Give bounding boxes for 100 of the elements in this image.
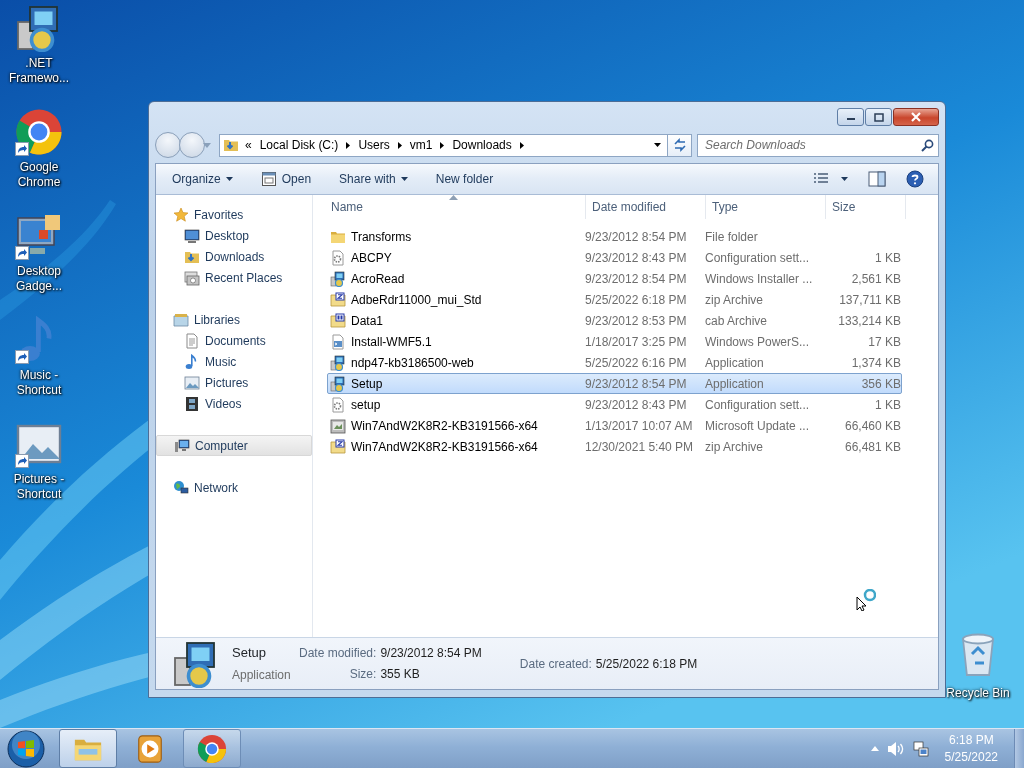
size-cell-text: 66,481 KB: [843, 438, 901, 456]
file-row[interactable]: ndp47-kb3186500-web 5/25/2022 6:16 PM Application 1,374 KB: [327, 352, 902, 373]
show-desktop-button[interactable]: [1014, 728, 1024, 768]
type-cell-text: Application: [705, 375, 765, 393]
navigation-item[interactable]: Computer: [156, 435, 312, 456]
file-row[interactable]: Transforms 9/23/2012 8:54 PM File folder: [327, 226, 902, 247]
column-header[interactable]: Date modified: [586, 195, 706, 219]
breadcrumb-arrow-icon[interactable]: [346, 141, 351, 149]
breadcrumb[interactable]: Users: [356, 136, 392, 154]
field-value: 9/23/2012 8:54 PM: [380, 645, 482, 662]
file-name: Data1: [351, 312, 384, 330]
breadcrumb-arrow-icon[interactable]: [440, 141, 445, 149]
icon-label[interactable]: Pictures - Shortcut: [13, 472, 65, 502]
network-icon: [173, 479, 189, 496]
close-button[interactable]: [893, 108, 939, 126]
icon-label[interactable]: Music - Shortcut: [16, 368, 62, 398]
type-cell-text: Configuration sett...: [705, 396, 811, 414]
file-name: Win7AndW2K8R2-KB3191566-x64: [351, 417, 538, 435]
file-name: Setup: [351, 375, 383, 393]
type-cell-text: zip Archive: [705, 438, 765, 456]
zip-file-icon: [330, 438, 346, 455]
window-icon: [260, 171, 277, 187]
navigation-item[interactable]: Music: [156, 351, 312, 372]
dropdown-caret-icon[interactable]: [654, 143, 661, 147]
toolbar-button[interactable]: New folder: [429, 168, 500, 190]
navigation-item[interactable]: Recent Places: [156, 267, 312, 288]
size-cell-text: 1 KB: [874, 396, 901, 414]
taskbar-button[interactable]: [183, 729, 241, 768]
address-bar[interactable]: « Local Disk (C:) Users vm1 Downloads: [219, 133, 668, 157]
icon-label[interactable]: .NET Framewo...: [9, 56, 69, 86]
icon-label[interactable]: Google Chrome: [17, 160, 61, 190]
installer-icon: [330, 354, 346, 371]
file-row[interactable]: Data1 9/23/2012 8:53 PM cab Archive 133,214 KB: [327, 310, 902, 331]
type-cell-text: Windows PowerS...: [705, 333, 811, 351]
busy-cursor-icon: [856, 589, 876, 611]
field-label: Date modified:: [299, 645, 377, 662]
breadcrumb[interactable]: vm1: [407, 136, 435, 154]
navigation-item[interactable]: Documents: [156, 330, 312, 351]
computer-icon: [174, 437, 190, 454]
update-file-icon: [330, 417, 346, 434]
file-name: ABCPY: [351, 249, 392, 267]
type-cell-text: zip Archive: [705, 291, 765, 309]
file-row[interactable]: Win7AndW2K8R2-KB3191566-x64 1/13/2017 10:07 AM Microsoft Update ... 66,460 KB: [327, 415, 902, 436]
file-row[interactable]: AcroRead 9/23/2012 8:54 PM Windows Installer ... 2,561 KB: [327, 268, 902, 289]
size-cell-text: 2,561 KB: [850, 270, 901, 288]
file-row[interactable]: Install-WMF5.1 1/18/2017 3:25 PM Windows PowerS... 17 KB: [327, 331, 902, 352]
network-status-button[interactable]: [912, 740, 929, 757]
installer-icon: [330, 270, 346, 287]
overflow-chevron[interactable]: «: [245, 136, 252, 154]
minimize-button[interactable]: [837, 108, 864, 126]
date-cell-text: 1/18/2017 3:25 PM: [585, 333, 688, 351]
navigation-item[interactable]: Network: [156, 477, 312, 498]
document-icon: [184, 332, 200, 349]
file-row[interactable]: setup 9/23/2012 8:43 PM Configuration sett... 1 KB: [327, 394, 902, 415]
size-cell-text: 137,711 KB: [838, 291, 901, 309]
navigation-item[interactable]: Libraries: [156, 309, 312, 330]
navigation-item[interactable]: Downloads: [156, 246, 312, 267]
file-row[interactable]: Win7AndW2K8R2-KB3191566-x64 12/30/2021 5:40 PM zip Archive 66,481 KB: [327, 436, 902, 457]
date-cell-text: 9/23/2012 8:43 PM: [585, 249, 688, 267]
navigation-item[interactable]: Favorites: [156, 204, 312, 225]
navigation-item[interactable]: Videos: [156, 393, 312, 414]
breadcrumb-arrow-icon[interactable]: [519, 141, 524, 149]
zip-file-icon: [330, 291, 346, 308]
type-cell-text: File folder: [705, 228, 759, 246]
size-cell-text: 356 KB: [860, 375, 901, 393]
toolbar-button[interactable]: Share with: [333, 168, 414, 190]
search-field[interactable]: Search Downloads: [697, 133, 939, 157]
breadcrumb-arrow-icon[interactable]: [397, 141, 402, 149]
maximize-button[interactable]: [865, 108, 892, 126]
taskbar-button[interactable]: [59, 729, 117, 768]
search-icon[interactable]: [921, 138, 934, 152]
browser-icon[interactable]: [15, 108, 63, 156]
toolbar-button[interactable]: Open: [254, 168, 318, 190]
navigation-item[interactable]: Desktop: [156, 225, 312, 246]
column-header[interactable]: Size: [826, 195, 906, 219]
date-cell-text: 9/23/2012 8:54 PM: [585, 270, 688, 288]
toolbar-button[interactable]: Organize: [166, 168, 239, 190]
caret-icon: [841, 177, 848, 181]
date-cell-text: 5/25/2022 6:16 PM: [585, 354, 688, 372]
column-header[interactable]: Type: [706, 195, 826, 219]
settings-file-icon: [330, 249, 346, 266]
column-header[interactable]: Name: [313, 195, 586, 219]
icon-label[interactable]: Desktop Gadge...: [16, 264, 62, 294]
breadcrumb[interactable]: Downloads: [450, 136, 514, 154]
file-row[interactable]: Setup 9/23/2012 8:54 PM Application 356 KB: [327, 373, 902, 394]
breadcrumb[interactable]: Local Disk (C:): [257, 136, 341, 154]
file-row[interactable]: AdbeRdr11000_mui_Std 5/25/2022 6:18 PM zip Archive 137,711 KB: [327, 289, 902, 310]
date-cell-text: 9/23/2012 8:54 PM: [585, 375, 688, 393]
navigation-item[interactable]: Pictures: [156, 372, 312, 393]
date-cell-text: 9/23/2012 8:53 PM: [585, 312, 688, 330]
file-type: Application: [232, 666, 292, 684]
file-name: Win7AndW2K8R2-KB3191566-x64: [351, 438, 538, 456]
date-cell-text: 12/30/2021 5:40 PM: [585, 438, 695, 456]
refresh-button[interactable]: [668, 133, 692, 157]
star-icon: [173, 206, 189, 223]
media-player-icon: [135, 733, 165, 764]
file-row[interactable]: ABCPY 9/23/2012 8:43 PM Configuration sett... 1 KB: [327, 247, 902, 268]
type-cell-text: Windows Installer ...: [705, 270, 814, 288]
date-cell-text: 5/25/2022 6:18 PM: [585, 291, 688, 309]
field-label: Date created:: [519, 655, 592, 673]
